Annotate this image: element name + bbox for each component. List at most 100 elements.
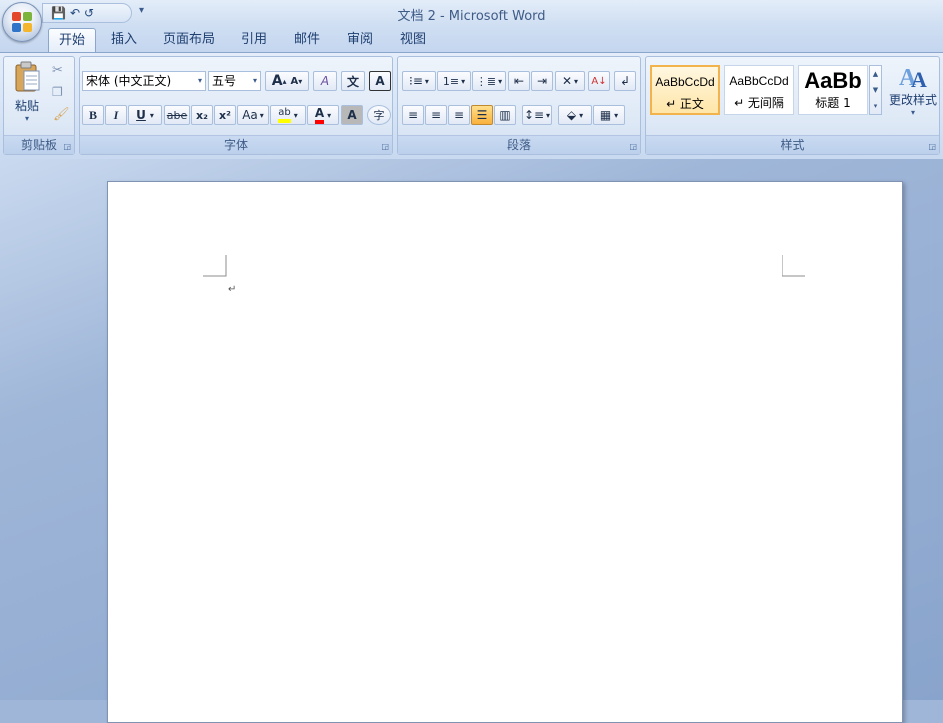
dialog-launcher-icon[interactable]: ◲ <box>63 142 71 151</box>
superscript-icon: x² <box>219 108 231 122</box>
styles-group-label: 样式 <box>646 135 939 154</box>
dialog-launcher-icon[interactable]: ◲ <box>629 142 637 151</box>
chinese-layout-icon: ✕ <box>561 74 573 88</box>
tab-references[interactable]: 引用 <box>232 28 276 52</box>
chevron-down-icon: ▾ <box>197 76 202 85</box>
justify-icon: ☰ <box>476 108 488 122</box>
tab-insert[interactable]: 插入 <box>102 28 146 52</box>
change-case-button[interactable]: Aa ▾ <box>237 105 269 125</box>
align-left-button[interactable]: ≡ <box>402 105 424 125</box>
font-color-button[interactable]: A ▾ <box>307 105 339 125</box>
character-shading-icon: A <box>347 108 357 122</box>
underline-button[interactable]: U ▾ <box>128 105 162 125</box>
save-icon[interactable]: 💾 <box>51 6 66 20</box>
ribbon-tabs: 开始 插入 页面布局 引用 邮件 审阅 视图 <box>0 26 943 53</box>
font-size-combo[interactable]: 五号 ▾ <box>208 71 261 91</box>
bold-button[interactable]: B <box>82 105 104 125</box>
clipboard-group: 粘贴 ▾ ✂ ❐ 🖌 剪贴板 ◲ <box>3 56 75 155</box>
tab-view[interactable]: 视图 <box>391 28 435 52</box>
superscript-button[interactable]: x² <box>214 105 236 125</box>
style-heading-1[interactable]: AaBb 标题 1 <box>798 65 868 115</box>
show-marks-button[interactable]: ↲ <box>614 71 636 91</box>
change-styles-label: 更改样式 <box>888 93 937 107</box>
chinese-layout-button[interactable]: ✕ ▾ <box>555 71 585 91</box>
borders-button[interactable]: ▦ ▾ <box>593 105 625 125</box>
increase-indent-icon: ⇥ <box>536 74 548 88</box>
multilevel-list-button[interactable]: ⋮≣ ▾ <box>472 71 506 91</box>
customize-qat-icon[interactable]: ▾ <box>139 5 144 16</box>
align-left-icon: ≡ <box>407 108 419 122</box>
redo-icon[interactable]: ↺ <box>84 6 94 20</box>
copy-icon[interactable]: ❐ <box>52 85 63 99</box>
font-group: 宋体 (中文正文) ▾ 五号 ▾ A ▴ A ▾ A 文 A B I U ▾ a… <box>79 56 393 155</box>
numbering-button[interactable]: 1≡ ▾ <box>437 71 471 91</box>
paragraph-mark-icon: ↲ <box>619 74 631 88</box>
font-name-combo[interactable]: 宋体 (中文正文) ▾ <box>82 71 206 91</box>
paste-button[interactable]: 粘贴 ▾ <box>10 61 44 131</box>
style-sample: AaBbCcDd <box>655 75 715 89</box>
shrink-font-icon[interactable]: A <box>291 76 299 87</box>
watermark-brand: Baidu经验 <box>725 616 895 654</box>
shading-button[interactable]: ⬙ ▾ <box>558 105 592 125</box>
text-highlight-button[interactable]: ab ▾ <box>270 105 306 125</box>
line-spacing-button[interactable]: ↕≡ ▾ <box>522 105 552 125</box>
paragraph-group-label: 段落 <box>398 135 640 154</box>
tab-home[interactable]: 开始 <box>48 28 96 53</box>
dialog-launcher-icon[interactable]: ◲ <box>381 142 389 151</box>
paint-bucket-icon: ⬙ <box>566 108 577 122</box>
justify-button[interactable]: ☰ <box>471 105 493 125</box>
paragraph-mark: ↵ <box>228 284 237 295</box>
distributed-button[interactable]: ▥ <box>494 105 516 125</box>
subscript-button[interactable]: x₂ <box>191 105 213 125</box>
style-no-spacing[interactable]: AaBbCcDd ↵ 无间隔 <box>724 65 794 115</box>
change-styles-icon: A A <box>899 65 927 91</box>
character-shading-button[interactable]: A <box>341 105 363 125</box>
character-border-button[interactable]: A <box>369 71 391 91</box>
clipboard-icon <box>15 61 40 92</box>
strikethrough-button[interactable]: abe <box>164 105 190 125</box>
margin-corner-right <box>782 255 805 277</box>
undo-icon[interactable]: ↶ <box>70 6 80 20</box>
ribbon: 粘贴 ▾ ✂ ❐ 🖌 剪贴板 ◲ 宋体 (中文正文) ▾ 五号 ▾ A ▴ A ▾ … <box>0 52 943 160</box>
quick-access-toolbar: 💾 ↶ ↺ <box>42 3 132 23</box>
enclose-characters-icon: 字 <box>373 109 385 122</box>
dialog-launcher-icon[interactable]: ◲ <box>928 142 936 151</box>
sort-button[interactable]: A↓ <box>588 71 610 91</box>
clear-format-button[interactable]: A <box>313 71 337 91</box>
change-styles-button[interactable]: A A 更改样式 ▾ <box>886 61 940 131</box>
chevron-down-icon: ▾ <box>259 110 264 120</box>
chevron-down-icon: ▾ <box>24 114 29 123</box>
increase-indent-button[interactable]: ⇥ <box>531 71 553 91</box>
grow-font-icon[interactable]: A <box>272 73 283 89</box>
phonetic-guide-button[interactable]: 文 <box>341 71 365 91</box>
style-name: ↵ 无间隔 <box>734 96 784 110</box>
chevron-down-icon: ▾ <box>327 110 332 120</box>
enclose-characters-button[interactable]: 字 <box>367 105 391 125</box>
align-right-button[interactable]: ≡ <box>448 105 470 125</box>
align-right-icon: ≡ <box>453 108 465 122</box>
format-painter-icon[interactable]: 🖌 <box>53 107 70 122</box>
scroll-down-icon[interactable]: ▼ <box>870 82 881 98</box>
underline-icon: U <box>136 108 146 122</box>
office-button[interactable] <box>2 2 42 42</box>
align-center-button[interactable]: ≡ <box>425 105 447 125</box>
style-name: 标题 1 <box>815 96 851 110</box>
bullets-icon: ⁝≡ <box>409 74 423 88</box>
change-case-icon: Aa <box>242 108 258 122</box>
style-normal[interactable]: AaBbCcDd ↵ 正文 <box>650 65 720 115</box>
line-spacing-icon: ↕≡ <box>523 108 545 122</box>
style-sample: AaBbCcDd <box>729 74 789 88</box>
italic-button[interactable]: I <box>105 105 127 125</box>
decrease-indent-button[interactable]: ⇤ <box>508 71 530 91</box>
gallery-scroll[interactable]: ▲ ▼ ▾ <box>869 65 882 115</box>
cut-icon[interactable]: ✂ <box>52 63 63 78</box>
office-logo-icon <box>12 12 32 32</box>
tab-page-layout[interactable]: 页面布局 <box>156 28 222 52</box>
tab-mailings[interactable]: 邮件 <box>285 28 329 52</box>
character-border-icon: A <box>375 74 385 88</box>
scroll-up-icon[interactable]: ▲ <box>870 66 881 82</box>
gallery-more-icon[interactable]: ▾ <box>870 98 881 114</box>
styles-group: AaBbCcDd ↵ 正文 AaBbCcDd ↵ 无间隔 AaBb 标题 1 ▲… <box>645 56 940 155</box>
bullets-button[interactable]: ⁝≡ ▾ <box>402 71 436 91</box>
tab-review[interactable]: 审阅 <box>338 28 382 52</box>
